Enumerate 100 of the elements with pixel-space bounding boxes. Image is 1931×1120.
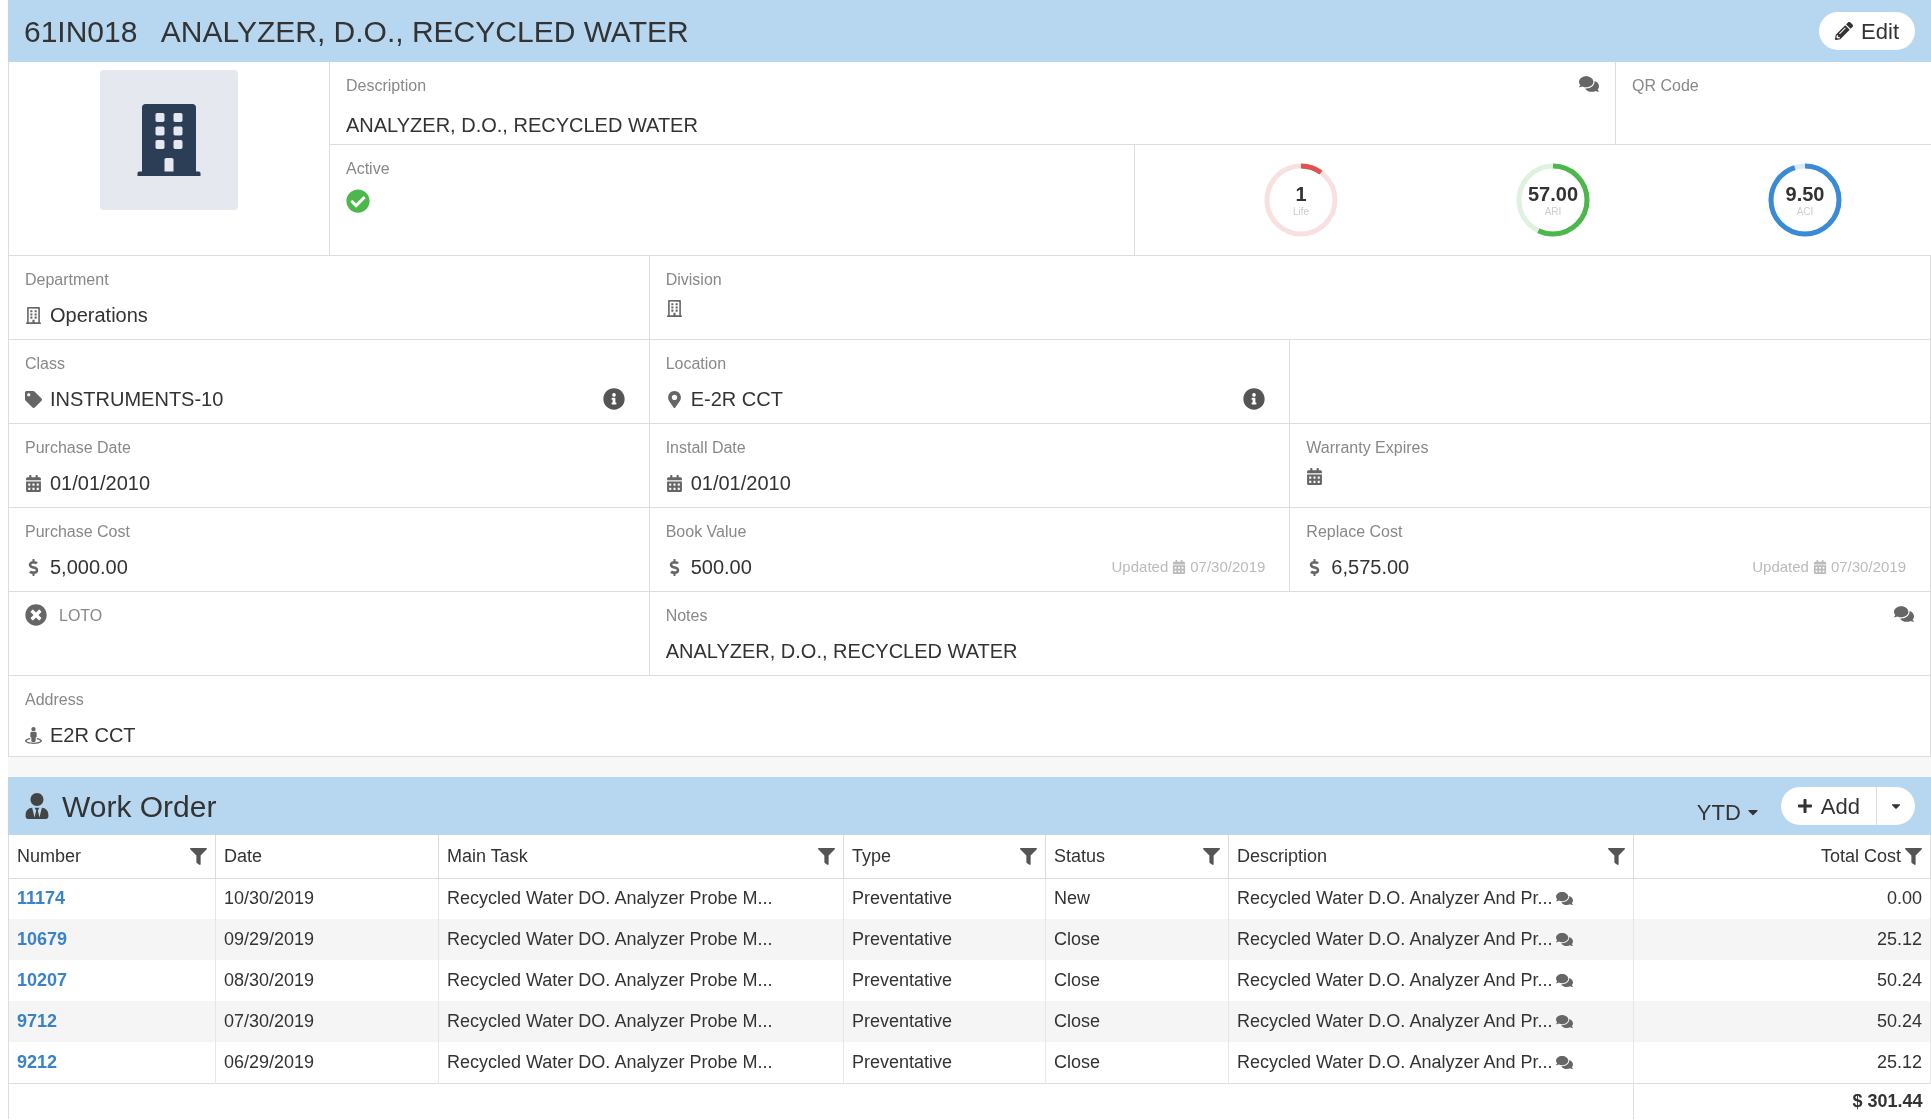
table-cell: Preventative [852,929,953,949]
filter-icon[interactable] [1203,847,1220,865]
field-label: Purchase Cost [25,522,130,542]
table-cell: Preventative [852,970,953,990]
building-icon [25,306,42,324]
table-cell-text: Recycled Water D.O. Analyzer And Pr... [1237,928,1553,951]
column-header[interactable]: Type [843,835,1046,878]
comments-icon[interactable] [1894,604,1914,624]
field-label: Purchase Date [25,438,131,458]
updated-date: 07/30/2019 [1190,556,1266,577]
column-header[interactable]: Main Task [438,835,844,878]
field-label: Active [346,159,391,179]
column-header[interactable]: Number [8,835,216,878]
field-label: Warranty Expires [1306,438,1429,458]
field-value: INSTRUMENTS-10 [50,387,224,412]
work-order-link[interactable]: 9712 [17,1011,58,1031]
table-cell: Recycled Water DO. Analyzer Probe M... [447,1051,773,1072]
plus-icon [1796,798,1813,814]
field-label: Description [346,76,427,96]
table-cell: 50.24 [1876,970,1922,990]
updated-label: Updated [1111,556,1169,577]
filter-icon[interactable] [1905,847,1922,865]
table-cell: 25.12 [1876,1051,1922,1072]
work-order-link[interactable]: 10207 [17,970,68,990]
field-label: Division [665,270,722,290]
map-marker-icon [665,390,683,408]
work-order-link[interactable]: 11174 [17,888,66,909]
field-value: 01/01/2010 [50,471,151,496]
table-cell: 0.00 [1886,888,1922,909]
table-cell: Recycled Water DO. Analyzer Probe M... [447,970,773,990]
table-cell: Close [1054,970,1101,990]
building-icon [665,300,683,317]
table-cell: 25.12 [1876,929,1922,949]
field-label: QR Code [1632,77,1699,94]
field-value: 6,575.00 [1331,555,1410,580]
table-cell-text: Recycled Water D.O. Analyzer And Pr... [1237,969,1553,992]
table-cell: 09/29/2019 [224,929,315,949]
table-cell: Preventative [852,1011,953,1031]
comments-icon[interactable] [1556,890,1574,908]
table-cell-text: Recycled Water D.O. Analyzer And Pr... [1237,1010,1553,1033]
column-header[interactable]: Description [1228,835,1634,878]
table-cell: New [1054,888,1090,909]
field-label: Replace Cost [1306,522,1403,542]
field-label: Class [25,354,65,374]
gauge-value: 57.00 [1527,182,1579,206]
calendar-icon [1172,560,1187,574]
comments-icon[interactable] [1556,1053,1574,1071]
table-cell: Recycled Water DO. Analyzer Probe M... [447,1011,773,1031]
field-value: 01/01/2010 [690,471,791,496]
field-label: Install Date [665,438,746,458]
field-value: ANALYZER, D.O., RECYCLED WATER [346,113,699,138]
field-label: LOTO [59,606,103,626]
calendar-icon [1306,468,1324,485]
table-cell: Close [1054,1011,1101,1031]
field-label: Location [665,354,727,374]
table-cell: Preventative [852,1051,953,1072]
person-pin-icon [25,726,42,744]
work-order-link[interactable]: 9212 [17,1051,58,1072]
comments-icon[interactable] [1579,74,1599,94]
tag-icon [25,390,42,408]
field-value: E2R CCT [50,723,136,748]
filter-icon[interactable] [190,847,207,865]
table-cell: Close [1054,1051,1101,1072]
table-cell: 50.24 [1876,1011,1922,1031]
gauge-value: 1 [1295,182,1307,206]
updated-date: 07/30/2019 [1830,556,1906,577]
gauge-value: 9.50 [1785,182,1825,206]
field-label: Notes [665,606,708,626]
column-header[interactable]: Status [1045,835,1229,878]
work-order-link[interactable]: 10679 [17,929,68,949]
worker-icon [24,793,50,819]
field-value: Operations [50,303,148,328]
table-cell: Close [1054,929,1101,949]
edit-button[interactable]: Edit [1819,12,1915,50]
info-icon[interactable] [1243,388,1266,410]
filter-icon[interactable] [1608,847,1625,865]
table-cell: Preventative [852,888,953,909]
field-label: Address [25,690,84,710]
table-cell-text: Recycled Water D.O. Analyzer And Pr... [1237,887,1553,911]
comments-icon[interactable] [1556,972,1574,989]
comments-icon[interactable] [1556,1013,1574,1030]
filter-icon[interactable] [818,847,835,865]
table-cell: 10/30/2019 [224,888,315,909]
calendar-icon [665,474,683,492]
pencil-icon [1835,22,1854,40]
info-icon[interactable] [602,388,625,410]
column-header[interactable]: Total Cost [1633,835,1931,878]
field-label: Book Value [665,522,747,542]
field-value: ANALYZER, D.O., RECYCLED WATER [665,639,1018,664]
calendar-icon [25,474,42,492]
comments-icon[interactable] [1556,931,1574,948]
column-header[interactable]: Date [215,835,439,878]
table-cell: 07/30/2019 [224,1011,315,1031]
calendar-icon [1812,560,1827,574]
period-dropdown[interactable]: YTD [1696,795,1761,829]
updated-label: Updated [1752,556,1809,577]
filter-icon[interactable] [1020,847,1037,865]
field-value: 5,000.00 [50,555,128,580]
field-label: Department [25,270,109,290]
table-cell: Recycled Water DO. Analyzer Probe M... [447,929,773,949]
